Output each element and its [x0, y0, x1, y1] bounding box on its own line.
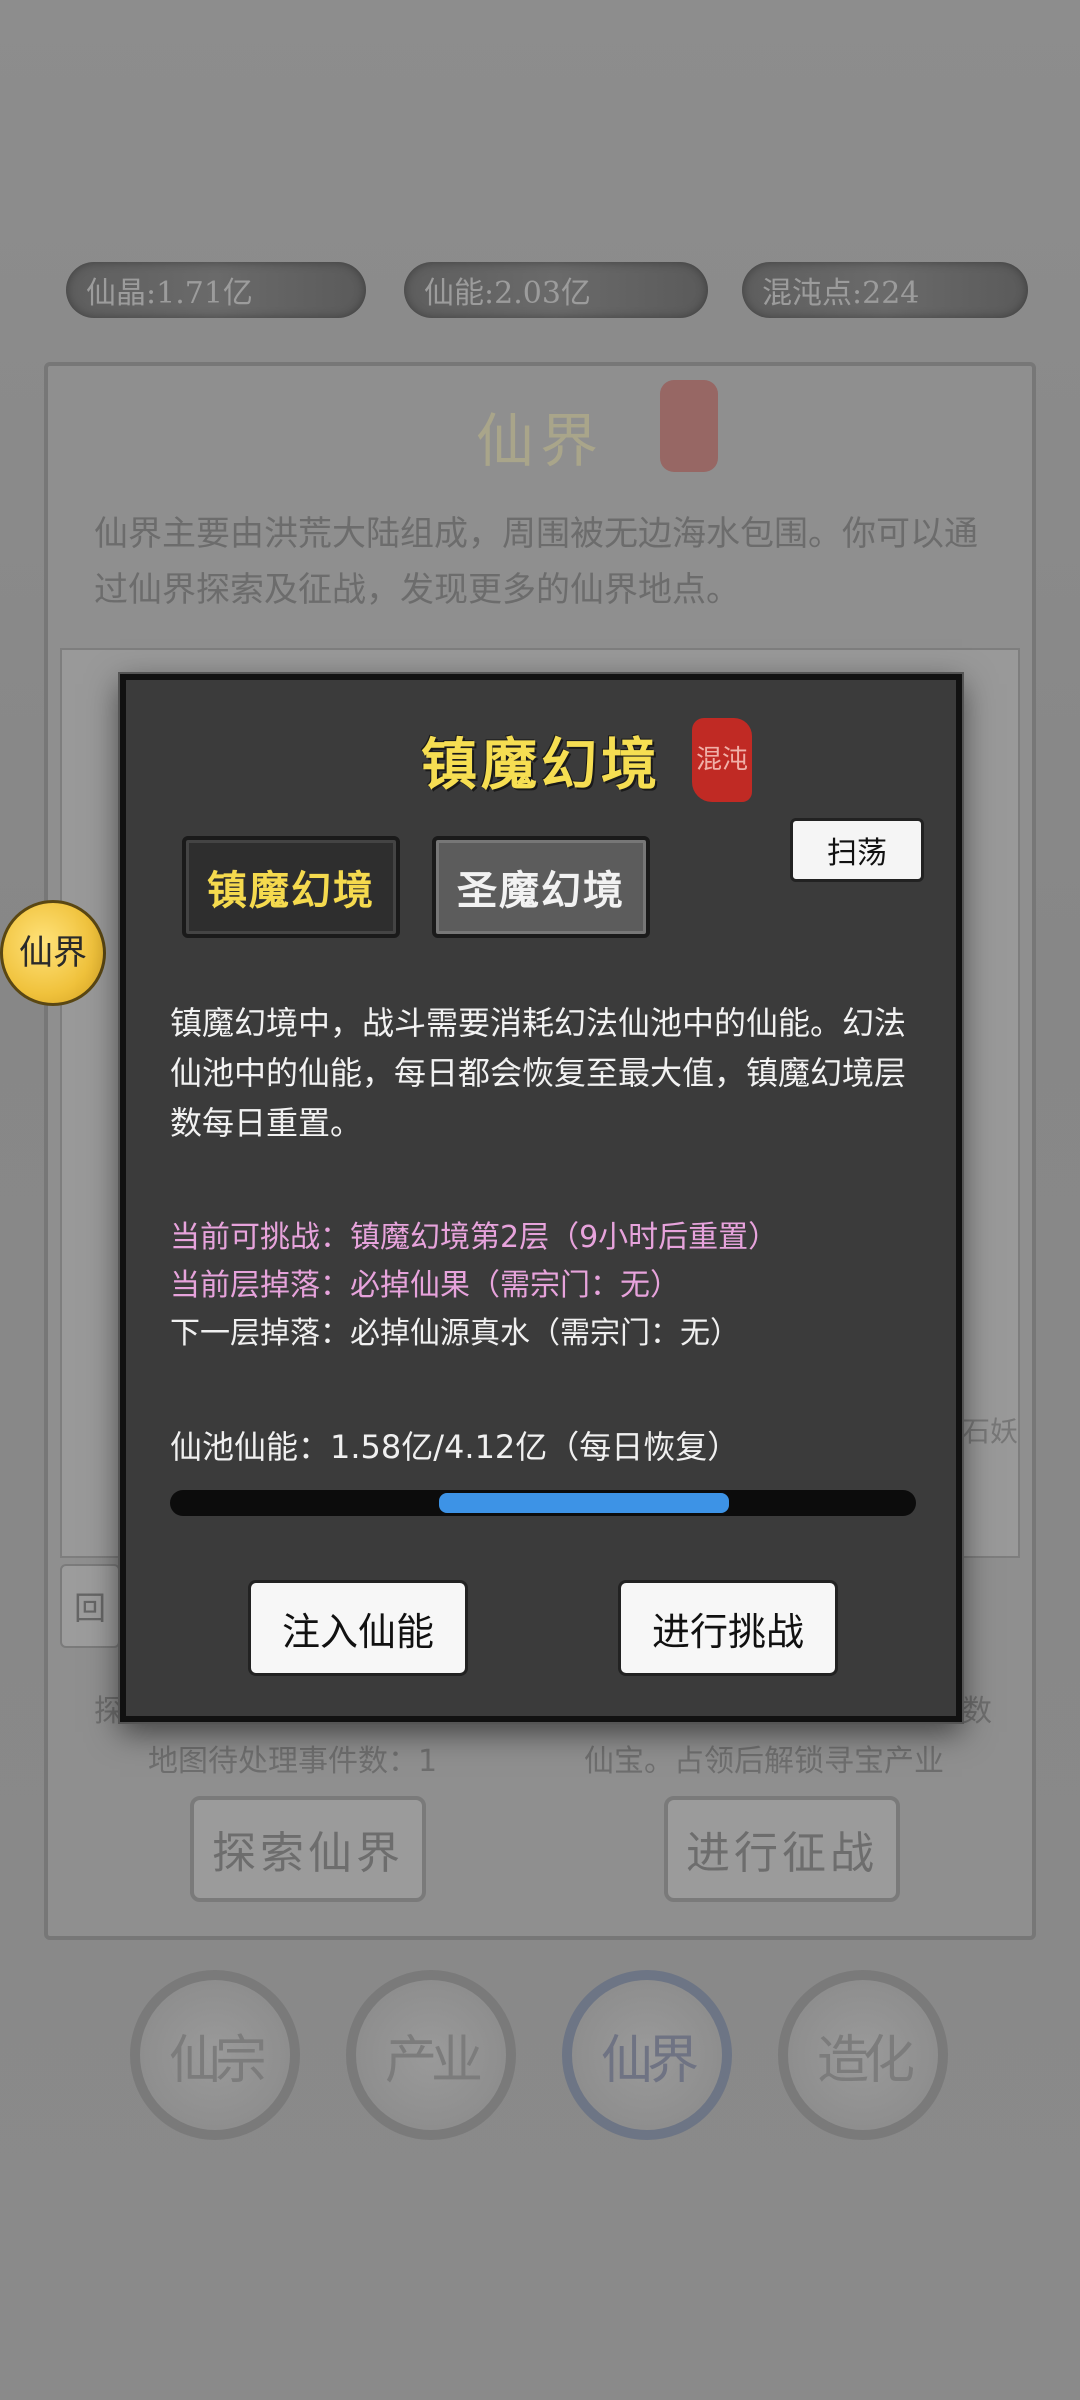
- next-drop-text: 下一层掉落：必掉仙源真水（需宗门：无）: [170, 1316, 740, 1351]
- back-button[interactable]: 回: [60, 1564, 120, 1648]
- pending-events-text: 地图待处理事件数：1: [148, 1744, 438, 1779]
- chaos-seal: 混沌: [692, 718, 752, 802]
- panel-description: 仙界主要由洪荒大陆组成，周围被无边海水包围。你可以通过仙界探索及征战，发现更多的…: [94, 514, 978, 610]
- panel-seal: [660, 380, 718, 472]
- start-challenge-button[interactable]: 进行挑战: [618, 1580, 838, 1676]
- panel-title: 仙界: [475, 407, 604, 475]
- current-drop-text: 当前层掉落：必掉仙果（需宗门：无）: [170, 1268, 680, 1303]
- pool-progress-fill: [438, 1493, 730, 1513]
- resource-energy-label: 仙能:2.03亿: [424, 276, 591, 311]
- dialog-description: 镇魔幻境中，战斗需要消耗幻法仙池中的仙能。幻法仙池中的仙能，每日都会恢复至最大值…: [170, 1004, 907, 1142]
- resource-chaos-label: 混沌点:224: [762, 276, 920, 311]
- resource-chaos: 混沌点:224: [742, 262, 1028, 318]
- conquest-button[interactable]: 进行征战: [664, 1796, 900, 1902]
- current-challenge-text: 当前可挑战：镇魔幻境第2层（9小时后重置）: [170, 1220, 779, 1255]
- resource-crystal-label: 仙晶:1.71亿: [86, 276, 253, 311]
- tab-holy-demon-realm[interactable]: 圣魔幻境: [432, 836, 650, 938]
- nav-industry[interactable]: 产业: [346, 1970, 516, 2140]
- nav-sect[interactable]: 仙宗: [130, 1970, 300, 2140]
- realm-gourd-badge[interactable]: 仙界: [0, 900, 106, 1006]
- demon-realm-dialog: 镇魔幻境 混沌 镇魔幻境 圣魔幻境 扫荡 镇魔幻境中，战斗需要消耗幻法仙池中的仙…: [120, 674, 962, 1722]
- inject-energy-button[interactable]: 注入仙能: [248, 1580, 468, 1676]
- battle-info-text: 仙宝。占领后解锁寻宝产业: [584, 1744, 944, 1779]
- resource-energy: 仙能:2.03亿: [404, 262, 708, 318]
- map-location-label[interactable]: 石妖: [962, 1410, 1018, 1450]
- edge-right-text: 数: [962, 1694, 992, 1729]
- nav-realm[interactable]: 仙界: [562, 1970, 732, 2140]
- sweep-button[interactable]: 扫荡: [790, 818, 924, 882]
- explore-realm-button[interactable]: 探索仙界: [190, 1796, 426, 1902]
- nav-creation[interactable]: 造化: [778, 1970, 948, 2140]
- pool-progress-bar: [170, 1490, 916, 1516]
- tab-demon-suppress-realm[interactable]: 镇魔幻境: [182, 836, 400, 938]
- dialog-title: 镇魔幻境: [421, 732, 661, 798]
- resource-crystal: 仙晶:1.71亿: [66, 262, 366, 318]
- pool-energy-text: 仙池仙能：1.58亿/4.12亿（每日恢复）: [170, 1428, 740, 1466]
